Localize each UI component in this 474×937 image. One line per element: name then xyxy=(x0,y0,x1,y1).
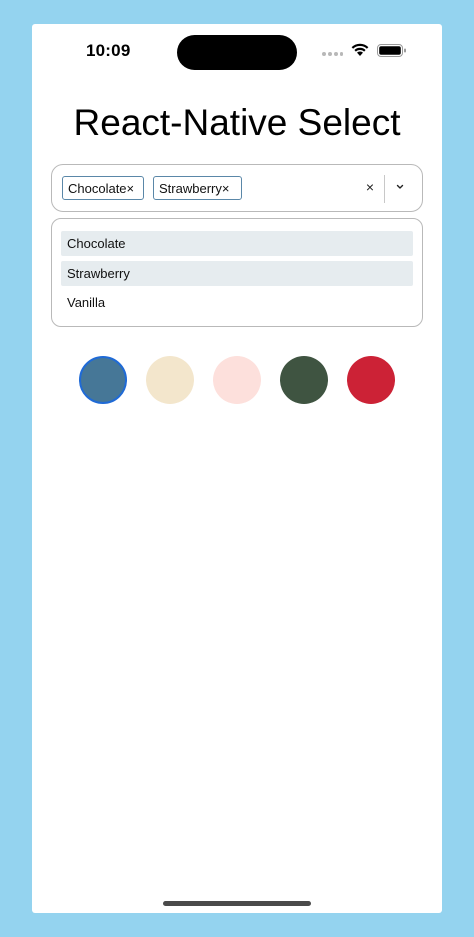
option-strawberry[interactable]: Strawberry xyxy=(61,261,413,286)
indicator-divider xyxy=(384,175,385,203)
color-swatch[interactable] xyxy=(213,356,261,404)
clear-all-icon[interactable]: × xyxy=(364,179,376,195)
color-swatch[interactable] xyxy=(146,356,194,404)
option-chocolate[interactable]: Chocolate xyxy=(61,231,413,256)
wifi-icon xyxy=(351,43,369,56)
multi-select-input[interactable]: Chocolate× Strawberry× × xyxy=(51,164,423,212)
battery-icon xyxy=(377,44,406,57)
page-title: React-Native Select xyxy=(73,102,401,143)
color-swatch[interactable] xyxy=(280,356,328,404)
color-swatch[interactable] xyxy=(79,356,127,404)
color-swatch[interactable] xyxy=(347,356,395,404)
dynamic-island xyxy=(177,35,297,70)
option-vanilla[interactable]: Vanilla xyxy=(61,290,413,315)
selected-chip-chocolate: Chocolate× xyxy=(62,176,144,200)
chip-remove-icon[interactable]: × xyxy=(222,181,230,196)
phone-screen: 10:09 React-Native Select Chocolate× Str… xyxy=(32,24,442,913)
chip-label: Chocolate xyxy=(68,181,127,196)
chevron-down-icon[interactable] xyxy=(394,179,406,195)
chip-remove-icon[interactable]: × xyxy=(127,181,135,196)
chip-label: Strawberry xyxy=(159,181,222,196)
selected-chip-strawberry: Strawberry× xyxy=(153,176,242,200)
home-indicator xyxy=(163,901,311,906)
status-time: 10:09 xyxy=(86,41,131,60)
options-dropdown: Chocolate Strawberry Vanilla xyxy=(51,218,423,327)
cellular-signal-icon xyxy=(322,52,343,58)
